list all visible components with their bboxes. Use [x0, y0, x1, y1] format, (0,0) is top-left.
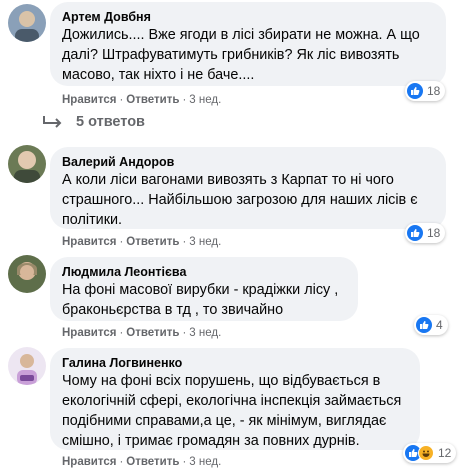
comment-bubble: Людмила Леонтієва На фоні масової вирубк…	[50, 257, 358, 321]
like-icon	[416, 317, 432, 333]
comment-bubble: Валерий Андоров А коли ліси вагонами вив…	[50, 147, 446, 229]
reply-button[interactable]: Ответить	[126, 236, 179, 248]
like-button[interactable]: Нравится	[62, 94, 116, 106]
avatar-image	[8, 255, 46, 293]
reaction-count[interactable]: 4	[414, 315, 448, 335]
reply-button[interactable]: Ответить	[126, 94, 179, 106]
comment-bubble: Галина Логвиненко Чому на фоні всіх пору…	[50, 348, 420, 450]
view-replies-link[interactable]: 5 ответов	[40, 114, 145, 130]
reaction-number: 18	[427, 84, 441, 98]
avatar[interactable]	[8, 347, 46, 385]
avatar-image	[8, 347, 46, 385]
avatar[interactable]	[8, 145, 46, 183]
reaction-number: 4	[436, 318, 443, 332]
comment-actions: Нравится · Ответить · 3 нед.	[62, 236, 222, 248]
reply-button[interactable]: Ответить	[126, 327, 179, 339]
avatar-image	[8, 4, 46, 42]
avatar[interactable]	[8, 4, 46, 42]
comment-text: А коли ліси вагонами вивозять з Карпат т…	[62, 172, 418, 228]
like-button[interactable]: Нравится	[62, 236, 116, 248]
reaction-count[interactable]: 18	[405, 223, 446, 243]
comment-time[interactable]: 3 нед.	[189, 94, 221, 106]
like-icon	[407, 225, 423, 241]
comment-author[interactable]: Валерий Андоров	[62, 154, 434, 170]
comment-time[interactable]: 3 нед.	[189, 327, 221, 339]
comment-actions: Нравится · Ответить · 3 нед.	[62, 94, 222, 106]
reaction-number: 12	[438, 446, 452, 460]
comment-text: На фоні масової вирубки - крадіжки лісу …	[62, 282, 339, 318]
avatar-image	[8, 145, 46, 183]
comment-author[interactable]: Людмила Леонтієва	[62, 264, 346, 280]
comment-actions: Нравится · Ответить · 3 нед.	[62, 456, 222, 468]
like-button[interactable]: Нравится	[62, 456, 116, 468]
reply-arrow-icon	[43, 116, 62, 128]
like-icon	[407, 83, 423, 99]
comment-time[interactable]: 3 нед.	[189, 456, 221, 468]
comment-author[interactable]: Артем Довбня	[62, 9, 434, 25]
comment-text: Дожились.... Вже ягоди в лісі збирати не…	[62, 27, 420, 83]
comment-bubble: Артем Довбня Дожились.... Вже ягоди в лі…	[50, 2, 446, 86]
haha-icon	[418, 445, 434, 461]
reply-button[interactable]: Ответить	[126, 456, 179, 468]
comment-author[interactable]: Галина Логвиненко	[62, 355, 408, 371]
replies-count[interactable]: 5 ответов	[76, 114, 145, 130]
comment-actions: Нравится · Ответить · 3 нед.	[62, 327, 222, 339]
comment-text: Чому на фоні всіх порушень, що відбуваєт…	[62, 373, 402, 449]
comment-time[interactable]: 3 нед.	[189, 236, 221, 248]
reaction-number: 18	[427, 226, 441, 240]
avatar[interactable]	[8, 255, 46, 293]
like-button[interactable]: Нравится	[62, 327, 116, 339]
reaction-count[interactable]: 18	[405, 81, 446, 101]
reaction-count[interactable]: 12	[403, 443, 457, 463]
